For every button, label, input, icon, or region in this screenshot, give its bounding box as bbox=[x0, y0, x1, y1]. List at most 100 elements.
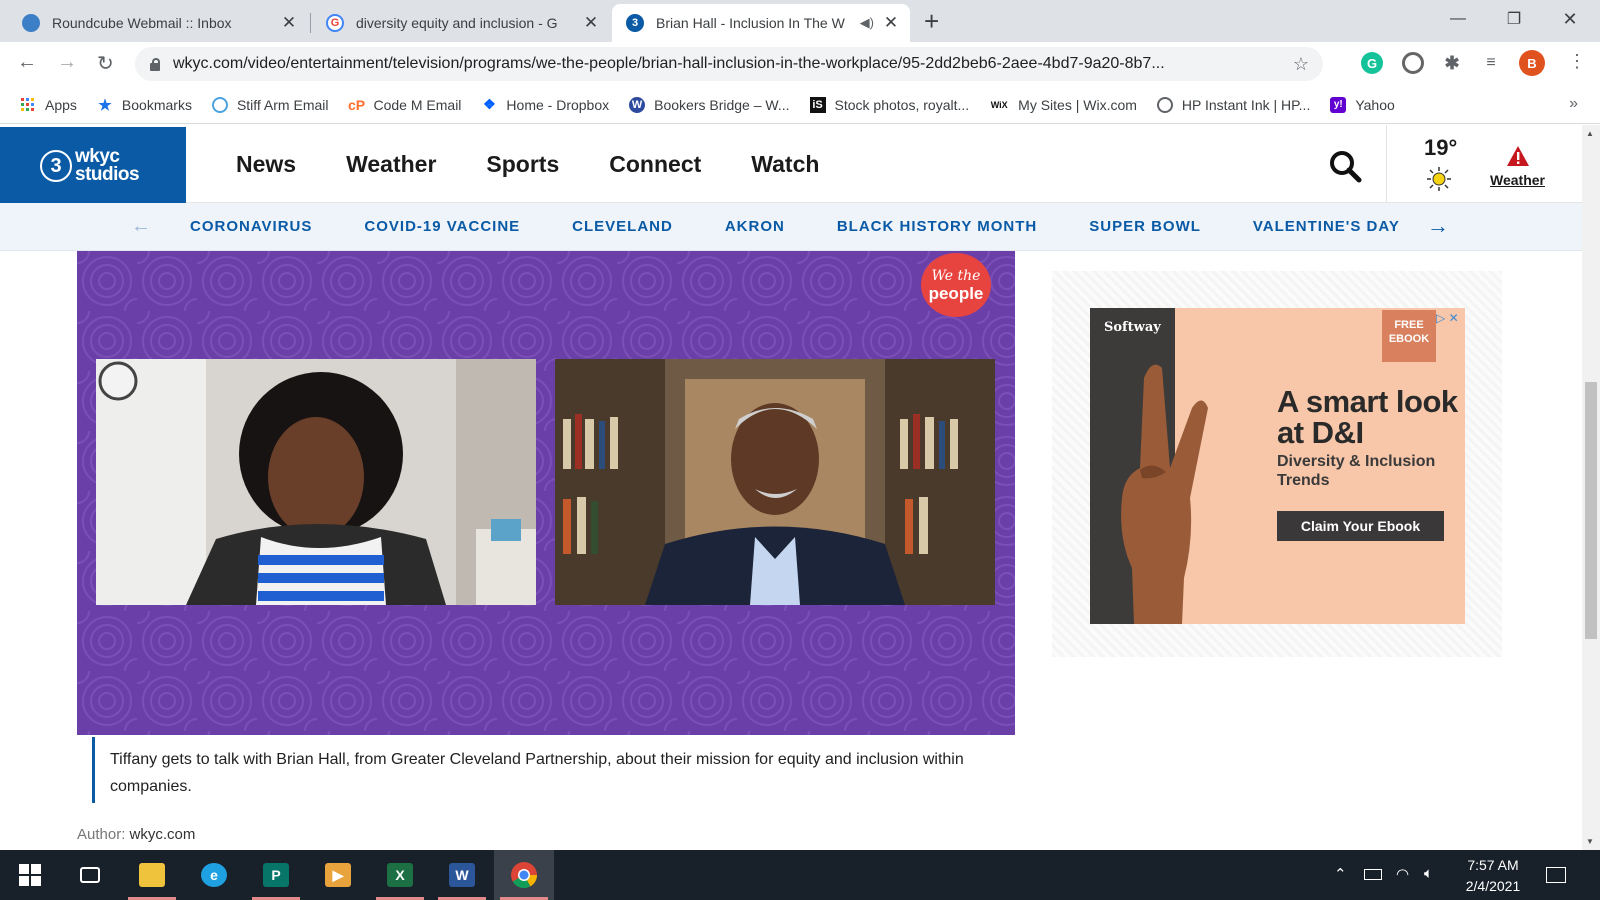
task-view-button[interactable] bbox=[60, 850, 120, 900]
logo-number: 3 bbox=[40, 150, 72, 182]
action-center-icon[interactable] bbox=[1546, 867, 1566, 883]
video-caption: Tiffany gets to talk with Brian Hall, fr… bbox=[92, 737, 1012, 803]
claim-ebook-button[interactable]: Claim Your Ebook bbox=[1277, 511, 1444, 541]
excel-icon: X bbox=[387, 863, 413, 887]
back-arrow-icon[interactable]: ← bbox=[17, 51, 37, 74]
close-tab-icon[interactable]: ✕ bbox=[280, 13, 298, 33]
trending-next-arrow-icon[interactable]: → bbox=[1427, 213, 1449, 239]
badge-line2: people bbox=[928, 284, 984, 303]
battery-icon[interactable] bbox=[1364, 869, 1382, 880]
trending-coronavirus[interactable]: CORONAVIRUS bbox=[190, 218, 312, 235]
video-player[interactable]: We the people bbox=[77, 251, 1015, 735]
bookmark-istock[interactable]: iS Stock photos, royalt... bbox=[809, 96, 969, 113]
profile-avatar[interactable]: B bbox=[1519, 50, 1545, 76]
nav-connect[interactable]: Connect bbox=[609, 151, 701, 178]
host-video-image bbox=[96, 359, 536, 605]
close-tab-icon[interactable]: ✕ bbox=[882, 13, 900, 33]
bookmark-yahoo[interactable]: y! Yahoo bbox=[1330, 96, 1395, 113]
bookmark-bookers-bridge[interactable]: W Bookers Bridge – W... bbox=[629, 96, 790, 113]
media-control-icon[interactable]: ≡ bbox=[1480, 52, 1502, 74]
scroll-down-arrow-icon[interactable]: ▼ bbox=[1586, 837, 1594, 846]
nav-news[interactable]: News bbox=[236, 151, 296, 178]
bookmark-stiff-arm-email[interactable]: Stiff Arm Email bbox=[211, 96, 329, 113]
weather-link[interactable]: Weather bbox=[1490, 172, 1545, 188]
bookmark-hp-instant-ink[interactable]: HP Instant Ink | HP... bbox=[1156, 96, 1311, 113]
folder-icon bbox=[139, 863, 165, 887]
taskbar-excel[interactable]: X bbox=[370, 850, 430, 900]
weather-alert-icon[interactable] bbox=[1506, 145, 1530, 167]
tab-wkyc-video[interactable]: 3 Brian Hall - Inclusion In The W ◀) ✕ bbox=[612, 4, 910, 42]
bookmark-dropbox[interactable]: ❖ Home - Dropbox bbox=[481, 96, 609, 113]
restore-button[interactable]: ❐ bbox=[1486, 0, 1542, 38]
trending-super-bowl[interactable]: SUPER BOWL bbox=[1089, 218, 1201, 235]
minimize-button[interactable]: — bbox=[1430, 0, 1486, 38]
yahoo-icon: y! bbox=[1330, 96, 1347, 113]
wifi-icon[interactable]: ◠ bbox=[1396, 865, 1409, 883]
scrollbar-thumb[interactable] bbox=[1585, 382, 1597, 639]
more-bookmarks-icon[interactable]: » bbox=[1569, 95, 1578, 113]
roundcube-favicon-icon bbox=[22, 14, 40, 32]
tab-title: diversity equity and inclusion - G bbox=[356, 15, 558, 31]
temperature[interactable]: 19° bbox=[1424, 135, 1457, 161]
volume-icon[interactable]: 🔈︎ bbox=[1424, 865, 1433, 882]
wkyc-logo[interactable]: 3 wkyc studios bbox=[0, 127, 186, 205]
scroll-up-arrow-icon[interactable]: ▲ bbox=[1586, 129, 1594, 138]
trending-akron[interactable]: AKRON bbox=[725, 218, 785, 235]
adchoices-close-icon[interactable]: ▷ ✕ bbox=[1436, 311, 1459, 325]
clock-date: 2/4/2021 bbox=[1465, 878, 1521, 894]
free-ebook-tag: FREE EBOOK bbox=[1382, 310, 1436, 362]
system-clock[interactable]: 7:57 AM 2/4/2021 bbox=[1456, 855, 1530, 897]
bookmark-code-m-email[interactable]: cP Code M Email bbox=[348, 97, 461, 113]
trending-cleveland[interactable]: CLEVELAND bbox=[572, 218, 673, 235]
bookmark-star-icon[interactable]: ☆ bbox=[1293, 54, 1309, 75]
nav-weather[interactable]: Weather bbox=[346, 151, 436, 178]
grammarly-extension-icon[interactable]: G bbox=[1361, 52, 1383, 74]
extension-circle-icon[interactable] bbox=[1402, 52, 1424, 74]
trending-black-history-month[interactable]: BLACK HISTORY MONTH bbox=[837, 218, 1037, 235]
apps-grid-icon bbox=[20, 97, 36, 113]
bookmark-apps[interactable]: Apps bbox=[20, 97, 77, 113]
taskbar-edge[interactable]: e bbox=[184, 850, 244, 900]
trending-prev-arrow-icon[interactable]: ← bbox=[131, 215, 151, 238]
taskbar-chrome[interactable] bbox=[494, 850, 554, 900]
tab-google-search[interactable]: G diversity equity and inclusion - G ✕ bbox=[312, 4, 610, 42]
taskbar-publisher[interactable]: P bbox=[246, 850, 306, 900]
advertisement[interactable]: Softway FREE EBOOK ▷ ✕ A smart look at D… bbox=[1090, 308, 1465, 624]
ad-container: Softway FREE EBOOK ▷ ✕ A smart look at D… bbox=[1052, 271, 1502, 657]
page-scrollbar[interactable]: ▲ ▼ bbox=[1582, 125, 1600, 850]
bookmarks-bar: Apps ★ Bookmarks Stiff Arm Email cP Code… bbox=[0, 86, 1600, 124]
edge-icon: e bbox=[201, 863, 227, 887]
reload-icon[interactable]: ↻ bbox=[97, 51, 114, 76]
taskbar-file-explorer[interactable] bbox=[122, 850, 182, 900]
bookmark-label: HP Instant Ink | HP... bbox=[1181, 96, 1311, 113]
lock-icon[interactable] bbox=[149, 57, 161, 71]
extensions-puzzle-icon[interactable]: ✱ bbox=[1441, 52, 1463, 74]
kebab-menu-icon[interactable]: ⋮ bbox=[1568, 51, 1586, 72]
nav-watch[interactable]: Watch bbox=[751, 151, 819, 178]
url-text[interactable]: wkyc.com/video/entertainment/television/… bbox=[173, 55, 1293, 73]
address-bar[interactable]: wkyc.com/video/entertainment/television/… bbox=[135, 47, 1323, 81]
close-window-button[interactable]: ✕ bbox=[1542, 0, 1598, 38]
free-tag-line2: EBOOK bbox=[1388, 333, 1430, 345]
trending-valentines-day[interactable]: VALENTINE'S DAY bbox=[1253, 218, 1400, 235]
page-viewport: 3 wkyc studios News Weather Sports Conne… bbox=[0, 125, 1582, 850]
author-line: Author: wkyc.com bbox=[77, 826, 195, 843]
wix-icon: WiX bbox=[990, 99, 1008, 110]
start-button[interactable] bbox=[0, 850, 60, 900]
bookmark-wix[interactable]: WiX My Sites | Wix.com bbox=[989, 97, 1137, 113]
globe-icon bbox=[1156, 96, 1173, 113]
taskbar-media-player[interactable]: ▶ bbox=[308, 850, 368, 900]
taskbar-word[interactable]: W bbox=[432, 850, 492, 900]
new-tab-button[interactable]: + bbox=[924, 8, 939, 34]
show-hidden-icons-icon[interactable]: ⌃ bbox=[1334, 865, 1347, 883]
search-icon[interactable] bbox=[1328, 149, 1362, 183]
tab-roundcube[interactable]: Roundcube Webmail :: Inbox ✕ bbox=[8, 4, 308, 42]
close-tab-icon[interactable]: ✕ bbox=[582, 13, 600, 33]
speaker-icon[interactable]: ◀) bbox=[860, 15, 874, 31]
author-link[interactable]: wkyc.com bbox=[130, 826, 196, 843]
nav-sports[interactable]: Sports bbox=[486, 151, 559, 178]
bookmark-bookmarks[interactable]: ★ Bookmarks bbox=[97, 97, 192, 114]
wordpress-icon: W bbox=[629, 96, 646, 113]
trending-covid-vaccine[interactable]: COVID-19 VACCINE bbox=[364, 218, 520, 235]
forward-arrow-icon[interactable]: → bbox=[57, 51, 77, 74]
